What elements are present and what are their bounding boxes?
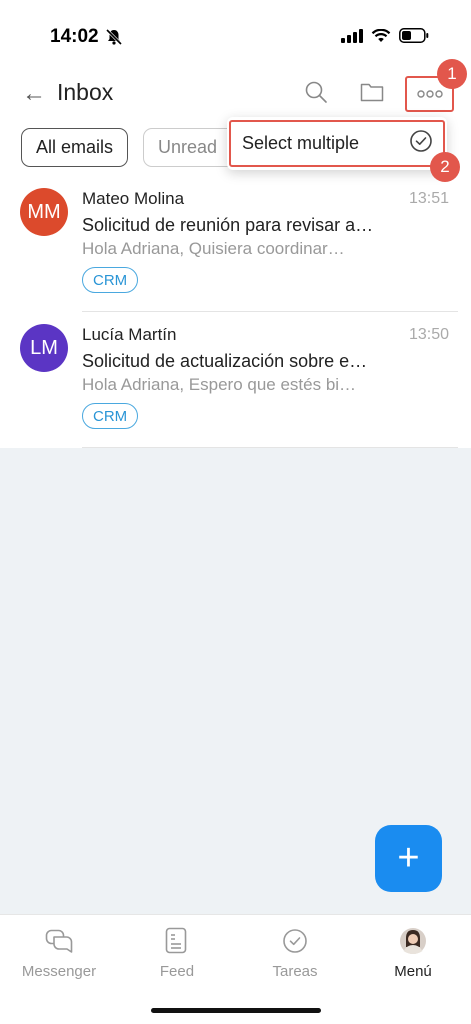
nav-menu[interactable]: Menú bbox=[354, 915, 471, 987]
status-icons bbox=[341, 28, 429, 48]
page-title: Inbox bbox=[57, 79, 114, 105]
nav-label-tareas: Tareas bbox=[272, 963, 318, 980]
status-bar: 14:02 bbox=[0, 0, 471, 70]
step-badge-2: 2 bbox=[430, 152, 460, 182]
step-badge-1: 1 bbox=[437, 59, 467, 89]
user-avatar-icon bbox=[399, 927, 427, 955]
email-preview: Hola Adriana, Espero que estés bi… bbox=[82, 375, 357, 394]
select-multiple-menu-item[interactable]: Select multiple bbox=[229, 120, 445, 167]
back-arrow-icon[interactable]: ← bbox=[22, 80, 46, 108]
divider bbox=[82, 447, 458, 448]
header: ← Inbox bbox=[0, 70, 471, 120]
status-time: 14:02 bbox=[50, 26, 99, 47]
email-subject: Solicitud de actualización sobre e… bbox=[82, 351, 368, 371]
more-dots-icon bbox=[416, 85, 443, 103]
home-indicator bbox=[151, 1008, 321, 1013]
signal-icon bbox=[341, 28, 363, 48]
folder-button[interactable] bbox=[353, 76, 391, 112]
email-sender: Mateo Molina bbox=[82, 189, 185, 208]
wifi-icon bbox=[371, 28, 391, 48]
select-multiple-label: Select multiple bbox=[242, 133, 360, 153]
folder-icon bbox=[360, 81, 384, 108]
email-list: MM Mateo Molina 13:51 Solicitud de reuni… bbox=[0, 176, 471, 448]
nav-messenger[interactable]: Messenger bbox=[0, 915, 118, 987]
chat-icon bbox=[45, 927, 73, 955]
more-options-dropdown: Select multiple bbox=[227, 117, 447, 170]
nav-label-menu: Menú bbox=[394, 963, 432, 980]
compose-button[interactable]: + bbox=[375, 825, 442, 892]
tasks-check-icon bbox=[281, 927, 309, 955]
nav-tareas[interactable]: Tareas bbox=[236, 915, 354, 987]
nav-label-feed: Feed bbox=[159, 963, 195, 980]
check-circle-icon bbox=[409, 129, 433, 158]
email-row[interactable]: MM Mateo Molina 13:51 Solicitud de reuni… bbox=[0, 176, 471, 312]
email-subject: Solicitud de reunión para revisar a… bbox=[82, 215, 374, 235]
avatar: MM bbox=[20, 188, 68, 236]
filter-all-emails[interactable]: All emails bbox=[21, 128, 129, 167]
crm-tag: CRM bbox=[82, 267, 139, 293]
avatar: LM bbox=[20, 324, 68, 372]
email-preview: Hola Adriana, Quisiera coordinar… bbox=[82, 239, 345, 258]
email-time: 13:51 bbox=[408, 190, 449, 207]
nav-feed[interactable]: Feed bbox=[118, 915, 236, 987]
search-icon bbox=[304, 80, 328, 109]
feed-icon bbox=[163, 927, 191, 955]
battery-icon bbox=[399, 28, 429, 48]
search-button[interactable] bbox=[297, 76, 335, 112]
email-time: 13:50 bbox=[408, 326, 449, 343]
crm-tag: CRM bbox=[82, 403, 139, 429]
email-sender: Lucía Martín bbox=[82, 325, 177, 344]
bell-off-icon bbox=[105, 28, 123, 51]
nav-label-messenger: Messenger bbox=[21, 963, 97, 980]
email-row[interactable]: LM Lucía Martín 13:50 Solicitud de actua… bbox=[0, 312, 471, 448]
